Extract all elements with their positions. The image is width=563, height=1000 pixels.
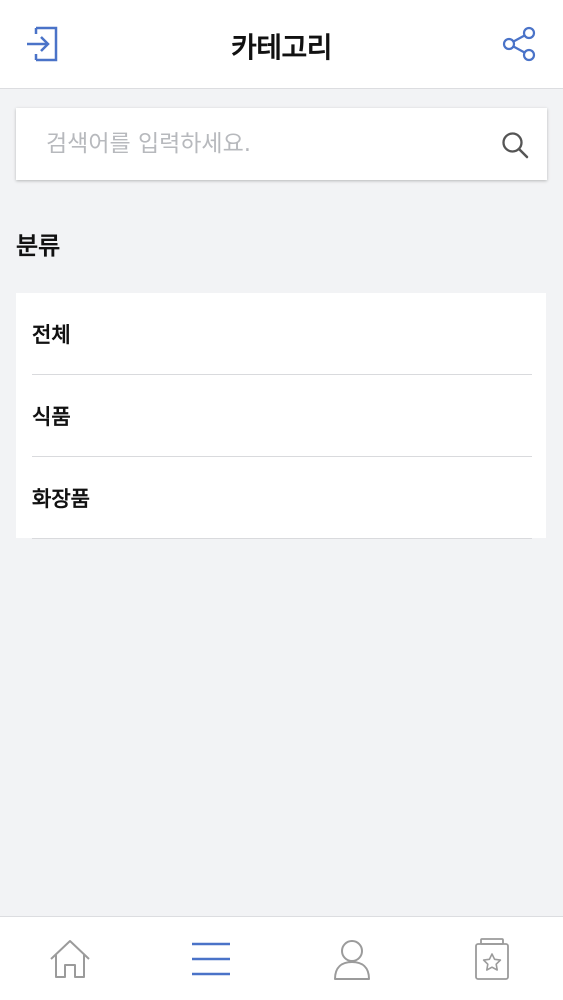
category-item-cosmetics[interactable]: 화장품 — [16, 457, 546, 539]
section-title: 분류 — [16, 232, 61, 260]
category-label: 전체 — [32, 323, 71, 347]
tab-menu[interactable] — [141, 917, 281, 1000]
search-box — [16, 108, 547, 180]
share-button[interactable] — [497, 22, 541, 66]
menu-icon — [192, 942, 230, 976]
category-label: 화장품 — [32, 487, 90, 511]
category-item-food[interactable]: 식품 — [16, 375, 546, 457]
search-icon[interactable] — [500, 130, 530, 160]
tab-favorites[interactable] — [422, 917, 562, 1000]
category-item-all[interactable]: 전체 — [16, 293, 546, 375]
tab-user[interactable] — [282, 917, 422, 1000]
user-icon — [334, 940, 370, 980]
category-list: 전체 식품 화장품 — [16, 293, 546, 539]
search-input[interactable] — [46, 108, 486, 180]
favorites-icon — [475, 938, 509, 980]
category-label: 식품 — [32, 405, 71, 429]
tab-home[interactable] — [0, 917, 140, 1000]
app-header: 카테고리 — [0, 0, 563, 89]
home-icon — [50, 940, 90, 978]
page-title: 카테고리 — [230, 31, 333, 64]
bottom-tab-bar — [0, 916, 563, 1000]
share-icon — [502, 26, 536, 62]
